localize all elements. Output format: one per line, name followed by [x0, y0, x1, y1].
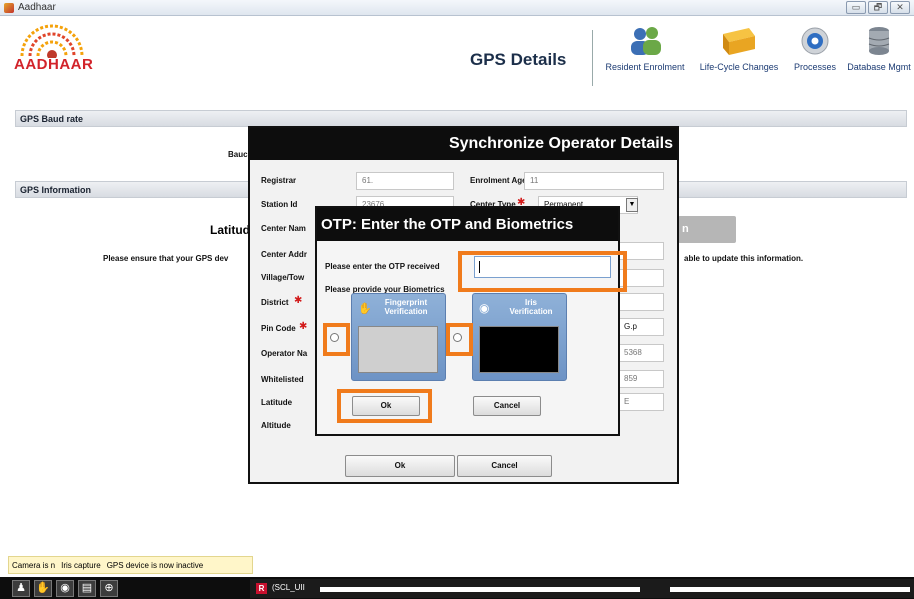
restore-button[interactable]: 🗗: [868, 1, 888, 14]
eye-icon[interactable]: ◉: [56, 580, 74, 597]
minimize-button[interactable]: ▭: [846, 1, 866, 14]
whitelisted-field[interactable]: 859: [618, 370, 664, 388]
fingerprint-panel[interactable]: ✋ Fingerprint Verification: [351, 293, 446, 381]
nav-processes[interactable]: Processes: [789, 26, 841, 72]
dialog-title: Synchronize Operator Details: [250, 128, 677, 160]
pin-code-field[interactable]: G.p: [618, 318, 664, 336]
gps-notice-left: Please ensure that your GPS dev: [103, 254, 229, 263]
otp-cancel-button[interactable]: Cancel: [473, 396, 541, 416]
app-icon: [4, 3, 14, 13]
highlight-iris-radio: [446, 323, 473, 356]
status-camera: Camera is n: [12, 561, 56, 570]
gps-notice-right: able to update this information.: [684, 254, 804, 263]
window-title-bar: Aadhaar ▭ 🗗 ✕: [0, 0, 914, 16]
printer-icon[interactable]: ▤: [78, 580, 96, 597]
nav-label: Database Mgmt: [847, 62, 911, 72]
operator-name-field[interactable]: 5368: [618, 344, 664, 362]
highlight-otp-input: [458, 251, 627, 292]
gear-icon: [801, 27, 829, 55]
header-divider: [592, 30, 593, 86]
redaction-mark: [320, 587, 640, 592]
globe-icon[interactable]: ⊕: [100, 580, 118, 597]
nav-database-mgmt[interactable]: Database Mgmt: [846, 26, 912, 72]
sync-ok-button[interactable]: Ok: [345, 455, 455, 477]
district-field[interactable]: [618, 293, 664, 311]
aadhaar-logo: [20, 24, 84, 58]
latitude-field[interactable]: E: [618, 393, 664, 411]
taskbar-task[interactable]: R (SCL_UII: [250, 579, 914, 598]
iris-preview: [479, 326, 559, 373]
required-marker: ✱: [299, 321, 308, 332]
field-label: Latitude: [261, 398, 293, 407]
enrolment-agency-field[interactable]: 11: [524, 172, 664, 190]
field-label: District: [261, 298, 289, 307]
gps-action-button[interactable]: n: [678, 216, 736, 243]
registrar-field[interactable]: 61.: [356, 172, 454, 190]
status-bar: Camera is n Iris capture GPS device is n…: [8, 556, 253, 574]
nav-label: Resident Enrolment: [605, 62, 685, 72]
required-marker: ✱: [294, 295, 303, 306]
field-label: Altitude: [261, 421, 291, 430]
otp-label: Please enter the OTP received: [325, 262, 440, 271]
field-label: Station Id: [261, 200, 298, 209]
nav-life-cycle-changes[interactable]: Life-Cycle Changes: [693, 26, 785, 72]
user-icon[interactable]: ♟: [12, 580, 30, 597]
box-icon: [723, 28, 755, 55]
people-icon: [631, 27, 661, 55]
latitude-label: Latitud: [210, 223, 250, 237]
highlight-fingerprint-radio: [323, 323, 350, 356]
baud-label: Bauc: [228, 150, 248, 159]
field-label: Whitelisted: [261, 375, 304, 384]
nav-label: Life-Cycle Changes: [699, 62, 779, 72]
logo-text: AADHAAR: [14, 56, 94, 73]
field-label: Registrar: [261, 176, 297, 185]
field-label: Village/Tow: [261, 273, 305, 282]
nav-label: Processes: [793, 62, 837, 72]
close-button[interactable]: ✕: [890, 1, 910, 14]
task-label: (SCL_UII: [272, 583, 305, 592]
status-iris: Iris capture: [61, 561, 101, 570]
field-label: Pin Code: [261, 324, 296, 333]
page-title: GPS Details: [470, 50, 567, 69]
redaction-mark: [670, 587, 910, 592]
section-gps-baud-rate: GPS Baud rate: [15, 110, 907, 127]
field-label: Center Addr: [261, 250, 307, 259]
field-label: Operator Na: [261, 349, 308, 358]
fingerprint-preview: [358, 326, 438, 373]
iris-panel[interactable]: ◉ Iris Verification: [472, 293, 567, 381]
sync-cancel-button[interactable]: Cancel: [457, 455, 552, 477]
highlight-ok-button: [337, 389, 432, 423]
database-icon: [868, 27, 890, 55]
dialog-title: OTP: Enter the OTP and Biometrics: [317, 208, 618, 241]
window-title: Aadhaar: [18, 2, 56, 13]
field-label: Center Nam: [261, 224, 306, 233]
status-gps: GPS device is now inactive: [106, 561, 204, 570]
iris-label: Iris Verification: [509, 298, 553, 316]
chevron-down-icon[interactable]: ▼: [626, 198, 638, 212]
task-app-icon: R: [256, 583, 267, 594]
eye-icon: ◉: [479, 301, 490, 315]
hand-icon[interactable]: ✋: [34, 580, 52, 597]
nav-resident-enrolment[interactable]: Resident Enrolment: [602, 26, 688, 72]
hand-icon: ✋: [358, 303, 372, 315]
